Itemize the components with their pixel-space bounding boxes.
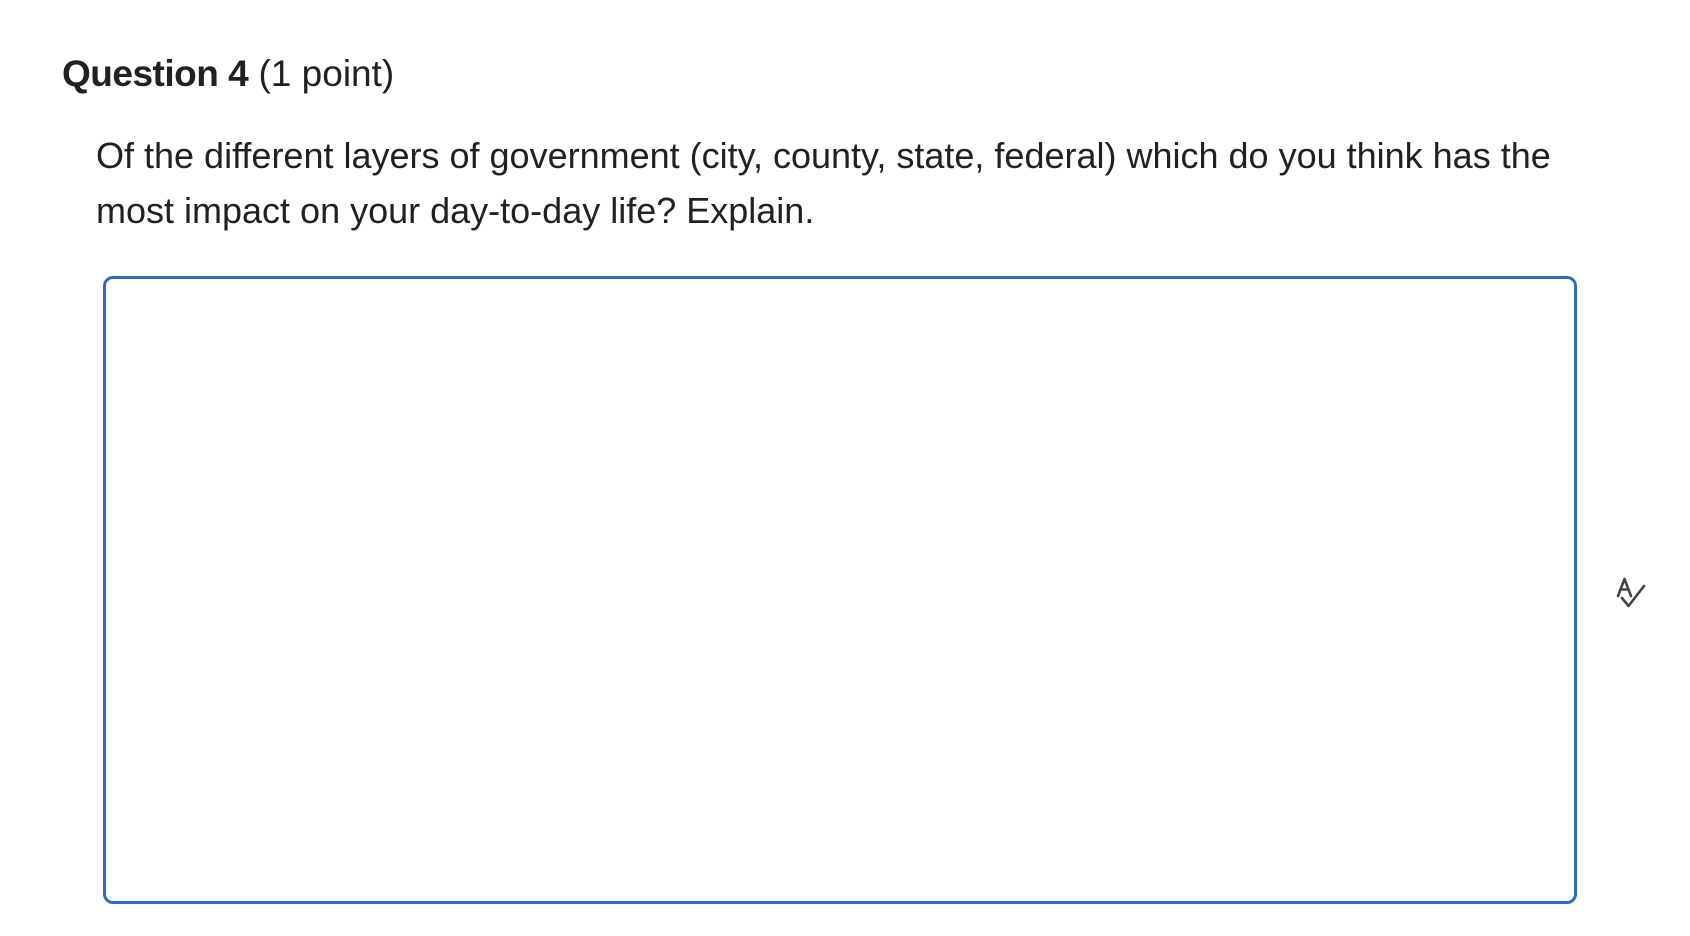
- spellcheck-icon[interactable]: [1612, 574, 1650, 612]
- question-header: Question 4 (1 point): [62, 48, 394, 100]
- question-number: Question 4: [62, 53, 249, 94]
- quiz-question-page: Question 4 (1 point) Of the different la…: [0, 0, 1690, 936]
- question-prompt: Of the different layers of government (c…: [96, 135, 1551, 231]
- question-points: (1 point): [258, 53, 395, 94]
- answer-textarea[interactable]: [103, 276, 1577, 904]
